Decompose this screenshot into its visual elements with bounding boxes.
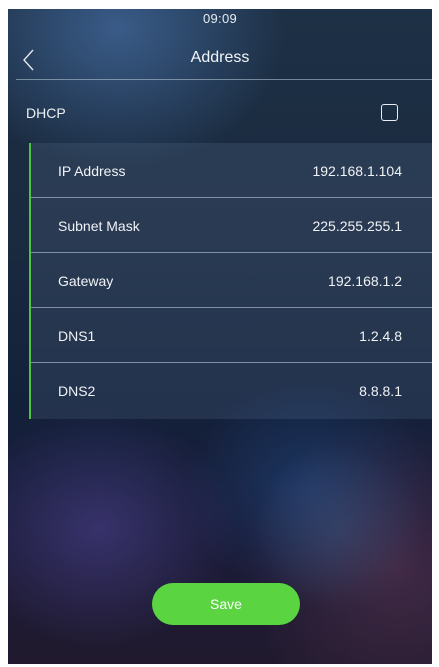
page-title: Address	[190, 49, 250, 66]
field-label: DNS2	[58, 383, 96, 399]
field-label: DNS1	[58, 328, 96, 344]
field-row-dns1[interactable]: DNS1 1.2.4.8	[31, 308, 432, 363]
field-row-subnet-mask[interactable]: Subnet Mask 225.255.255.1	[31, 198, 432, 253]
field-label: Gateway	[58, 273, 114, 289]
field-value: 1.2.4.8	[359, 328, 402, 344]
status-bar-time: 09:09	[202, 11, 238, 26]
device-screen: 09:09 Address DHCP IP Address 192.168.1.…	[8, 9, 432, 664]
header-divider	[16, 79, 432, 80]
field-row-ip-address[interactable]: IP Address 192.168.1.104	[31, 143, 432, 198]
save-button[interactable]: Save	[152, 583, 300, 625]
dhcp-label: DHCP	[26, 105, 66, 121]
dhcp-row: DHCP	[26, 101, 398, 125]
field-value: 225.255.255.1	[312, 218, 402, 234]
field-row-dns2[interactable]: DNS2 8.8.8.1	[31, 363, 432, 419]
field-value: 192.168.1.2	[328, 273, 402, 289]
field-value: 8.8.8.1	[359, 383, 402, 399]
network-fields-panel: IP Address 192.168.1.104 Subnet Mask 225…	[29, 143, 432, 419]
field-label: Subnet Mask	[58, 218, 140, 234]
dhcp-checkbox[interactable]	[381, 104, 398, 121]
field-label: IP Address	[58, 163, 126, 179]
field-value: 192.168.1.104	[312, 163, 402, 179]
field-row-gateway[interactable]: Gateway 192.168.1.2	[31, 253, 432, 308]
